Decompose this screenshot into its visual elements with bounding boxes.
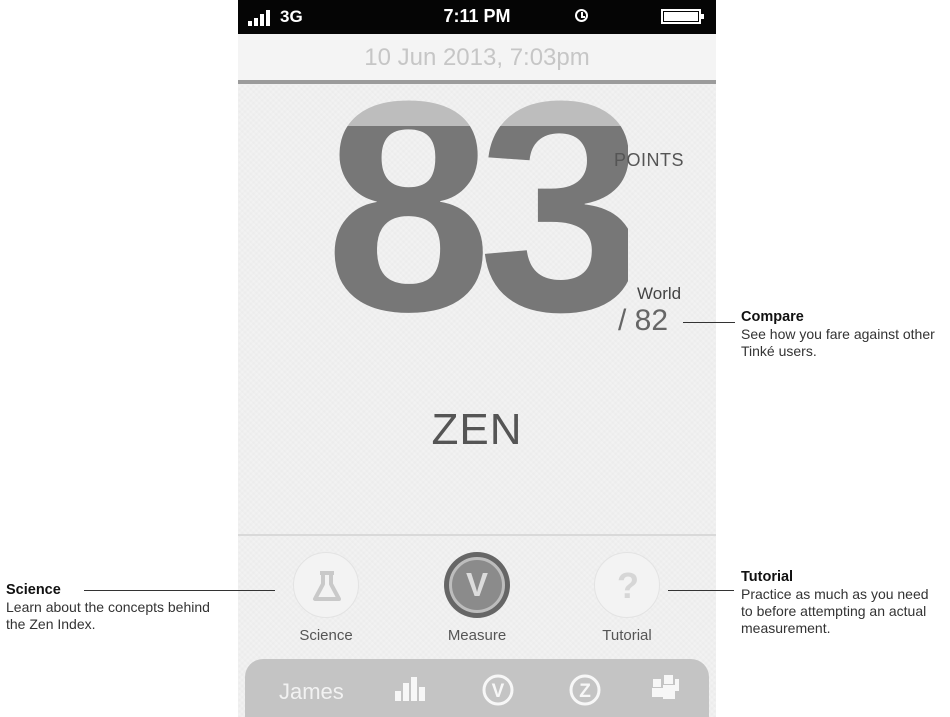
divider [238, 534, 716, 536]
z-circle-icon[interactable]: Z [568, 673, 602, 707]
tab-user-profile[interactable]: James [279, 679, 344, 705]
measure-icon: V [444, 552, 510, 618]
science-button[interactable]: Science [246, 552, 406, 644]
question-icon: ? [617, 565, 639, 606]
phone-screen: 3G 7:11 PM 10 Jun 2013, 7:03pm 83 83 POI… [238, 0, 716, 717]
zen-state-label: ZEN [431, 405, 523, 454]
measure-button[interactable]: V Measure [397, 552, 557, 644]
science-text: Learn about the concepts behind the Zen … [6, 599, 210, 632]
alarm-icon [575, 9, 588, 22]
points-label: POINTS [614, 150, 685, 170]
world-average-value[interactable]: / 82 [618, 304, 668, 338]
science-title: Science [6, 582, 61, 598]
tutorial-circle: ? [594, 552, 660, 618]
tutorial-label: Tutorial [602, 627, 652, 644]
compare-text: See how you fare against other Tinké use… [741, 326, 935, 359]
measure-label: Measure [447, 627, 507, 644]
status-clock: 7:11 PM [443, 6, 511, 26]
science-annotation: Science Learn about the concepts behind … [6, 582, 226, 633]
measure-letter: V [465, 566, 488, 603]
status-bar: 3G 7:11 PM [238, 0, 716, 34]
tutorial-button[interactable]: ? Tutorial [547, 552, 707, 644]
compare-title: Compare [741, 309, 804, 325]
score-value: 83 83 [328, 60, 628, 320]
people-icon[interactable] [651, 673, 681, 703]
bar-chart-icon[interactable] [393, 673, 429, 703]
battery-icon [661, 9, 704, 24]
science-label: Science [299, 627, 353, 644]
compare-annotation: Compare See how you fare against other T… [741, 309, 950, 360]
tutorial-annotation: Tutorial Practice as much as you need to… [741, 569, 941, 637]
tutorial-callout-line [668, 590, 734, 591]
flask-icon [313, 571, 341, 601]
world-label: World [637, 284, 682, 303]
science-circle [293, 552, 359, 618]
v-circle-icon[interactable]: V [481, 673, 515, 707]
v-letter: V [492, 681, 505, 702]
tutorial-title: Tutorial [741, 569, 794, 585]
tab-bar: James V Z [245, 659, 709, 717]
tutorial-text: Practice as much as you need to before a… [741, 586, 929, 636]
z-letter: Z [579, 681, 591, 702]
compare-callout-line [683, 322, 735, 323]
